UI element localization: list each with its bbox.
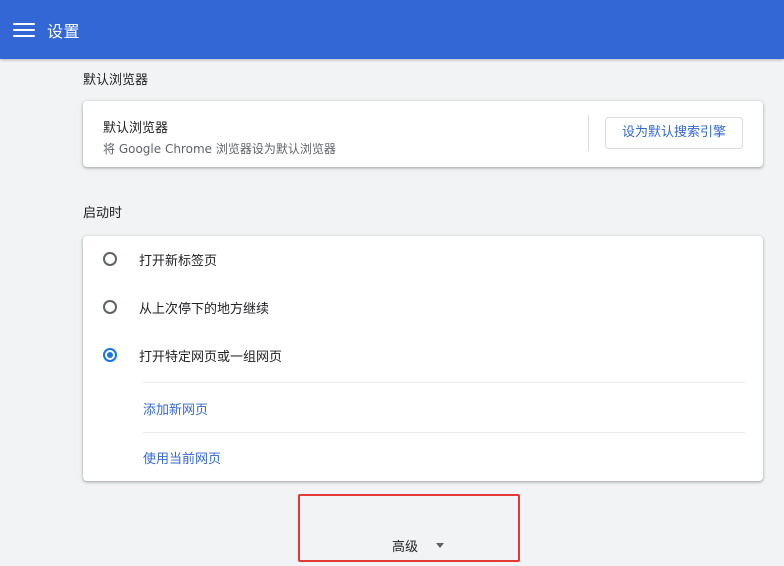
- advanced-label: 高级: [392, 540, 419, 555]
- startup-option-continue[interactable]: 从上次停下的地方继续: [103, 295, 269, 319]
- startup-option-new-tab[interactable]: 打开新标签页: [103, 247, 217, 271]
- page-title: 设置: [47, 21, 81, 41]
- divider: [143, 432, 745, 433]
- toolbar: 设置: [0, 0, 784, 59]
- use-current-pages-link[interactable]: 使用当前网页: [143, 448, 221, 467]
- set-default-button[interactable]: 设为默认搜索引擎: [604, 117, 743, 149]
- default-browser-card: 默认浏览器 将 Google Chrome 浏览器设为默认浏览器 设为默认搜索引…: [83, 101, 763, 167]
- radio-checked-icon[interactable]: [103, 348, 117, 362]
- add-new-page-link[interactable]: 添加新网页: [143, 399, 208, 418]
- startup-option-label: 打开特定网页或一组网页: [139, 349, 283, 365]
- radio-icon[interactable]: [103, 252, 117, 266]
- startup-option-specific-pages[interactable]: 打开特定网页或一组网页: [103, 343, 282, 367]
- startup-option-label: 打开新标签页: [139, 253, 218, 269]
- divider: [143, 382, 745, 383]
- vertical-separator: [588, 115, 589, 151]
- default-browser-label: 默认浏览器: [103, 121, 169, 136]
- default-browser-description: 将 Google Chrome 浏览器设为默认浏览器: [103, 142, 336, 156]
- default-browser-section-title: 默认浏览器: [83, 73, 149, 88]
- caret-down-icon: [436, 543, 445, 548]
- startup-section-title: 启动时: [83, 206, 123, 221]
- startup-option-label: 从上次停下的地方继续: [139, 301, 270, 317]
- radio-icon[interactable]: [103, 300, 117, 314]
- startup-card: 打开新标签页 从上次停下的地方继续 打开特定网页或一组网页 添加新网页 使用当前…: [83, 236, 763, 481]
- advanced-toggle[interactable]: 高级: [392, 536, 445, 555]
- hamburger-menu-icon[interactable]: [13, 21, 35, 39]
